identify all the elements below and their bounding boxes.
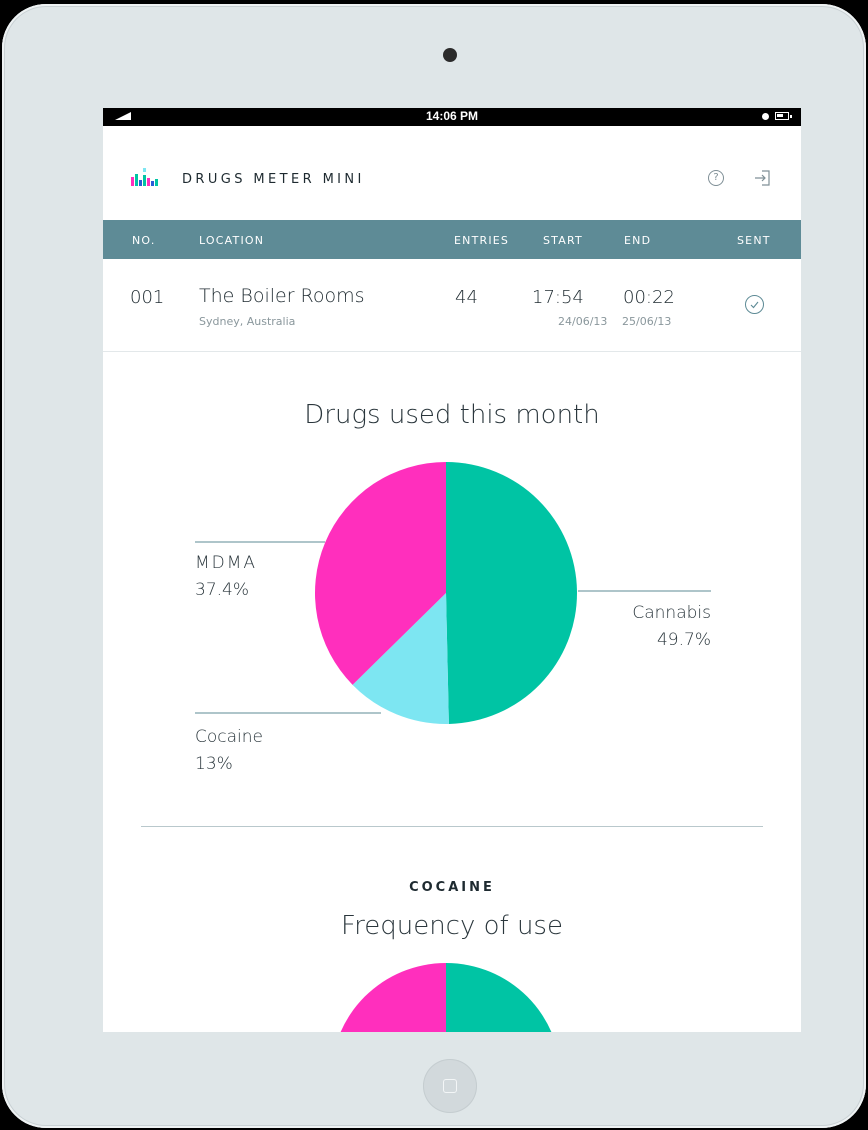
slice-value-cannabis: 49.7%	[656, 630, 711, 650]
drugs-pie-chart	[195, 462, 711, 724]
frequency-slice-left	[340, 963, 446, 1032]
slice-label-mdma: MDMA	[195, 553, 258, 573]
frequency-pie-chart	[340, 963, 552, 1032]
frequency-slice-right	[446, 963, 552, 1032]
screen: 14:06 PM DRUGS METER MINI ? NO. LOCATION…	[103, 108, 801, 1032]
slice-value-mdma: 37.4%	[195, 580, 250, 600]
section-title: Frequency of use	[341, 911, 563, 941]
home-square-icon	[443, 1079, 457, 1093]
slice-label-cocaine: Cocaine	[195, 727, 263, 747]
slice-label-cannabis: Cannabis	[632, 603, 711, 623]
slice-value-cocaine: 13%	[195, 754, 233, 774]
camera-icon	[443, 48, 457, 62]
tablet-frame: 14:06 PM DRUGS METER MINI ? NO. LOCATION…	[2, 4, 866, 1128]
home-button[interactable]	[423, 1059, 477, 1113]
section-label: COCAINE	[409, 880, 495, 895]
section-divider	[141, 826, 763, 827]
pie-slice-cannabis	[446, 462, 578, 724]
